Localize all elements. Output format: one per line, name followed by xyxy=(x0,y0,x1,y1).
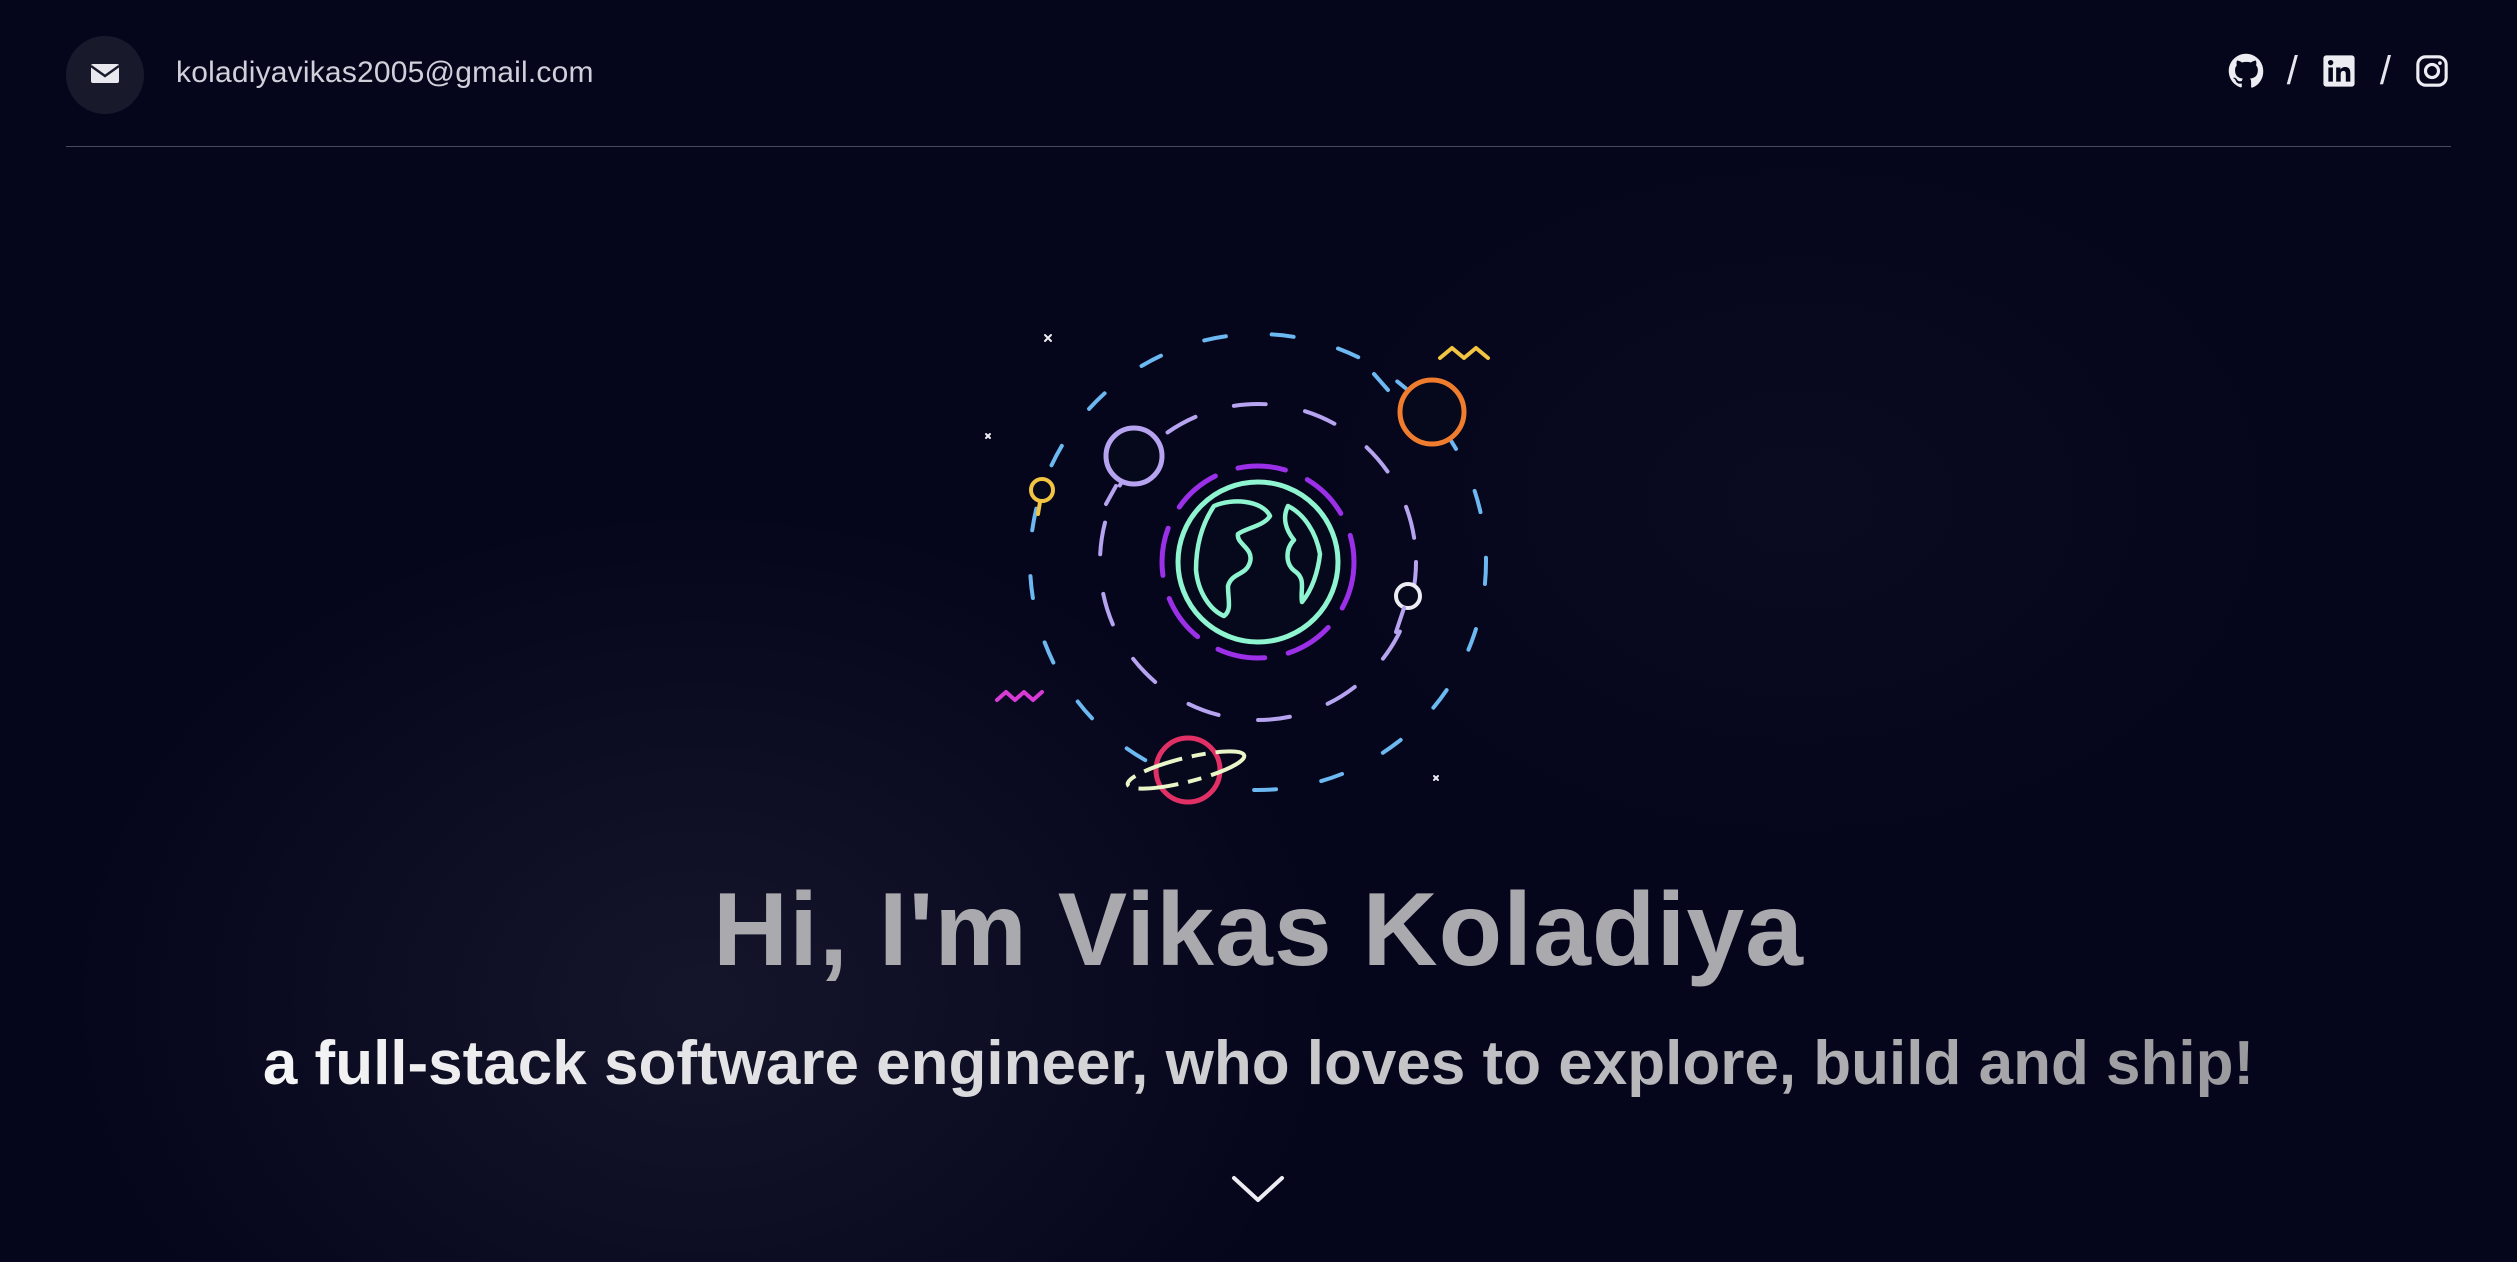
earth-orbit-illustration xyxy=(970,310,1530,830)
hero-subtitle: a full-stack software engineer, who love… xyxy=(0,1026,2517,1102)
hero-title: Hi, I'm Vikas Koladiya xyxy=(712,872,1805,988)
ringed-planet-icon xyxy=(1125,735,1247,805)
envelope-icon xyxy=(90,61,120,90)
zigzag-yellow-icon xyxy=(1438,346,1490,360)
email-link[interactable]: koladiyavikas2005@gmail.com xyxy=(176,56,594,90)
mail-button[interactable] xyxy=(66,36,144,114)
lilac-planet-icon xyxy=(1103,425,1165,506)
earth-icon xyxy=(1175,479,1341,645)
orange-planet-icon xyxy=(1372,372,1467,447)
zigzag-pink-icon xyxy=(995,690,1044,702)
separator: / xyxy=(2379,49,2391,93)
linkedin-icon[interactable] xyxy=(2320,52,2358,90)
social-links: / / xyxy=(2227,49,2451,93)
instagram-icon[interactable] xyxy=(2413,52,2451,90)
top-bar: koladiyavikas2005@gmail.com / / xyxy=(66,0,2451,147)
chevron-down-icon xyxy=(1228,1176,1288,1212)
white-moon-icon xyxy=(1394,582,1422,634)
separator: / xyxy=(2286,49,2298,93)
github-icon[interactable] xyxy=(2227,52,2265,90)
page: koladiyavikas2005@gmail.com / / Hi, I'm … xyxy=(0,0,2517,1262)
scroll-down-button[interactable] xyxy=(1228,1168,1288,1208)
